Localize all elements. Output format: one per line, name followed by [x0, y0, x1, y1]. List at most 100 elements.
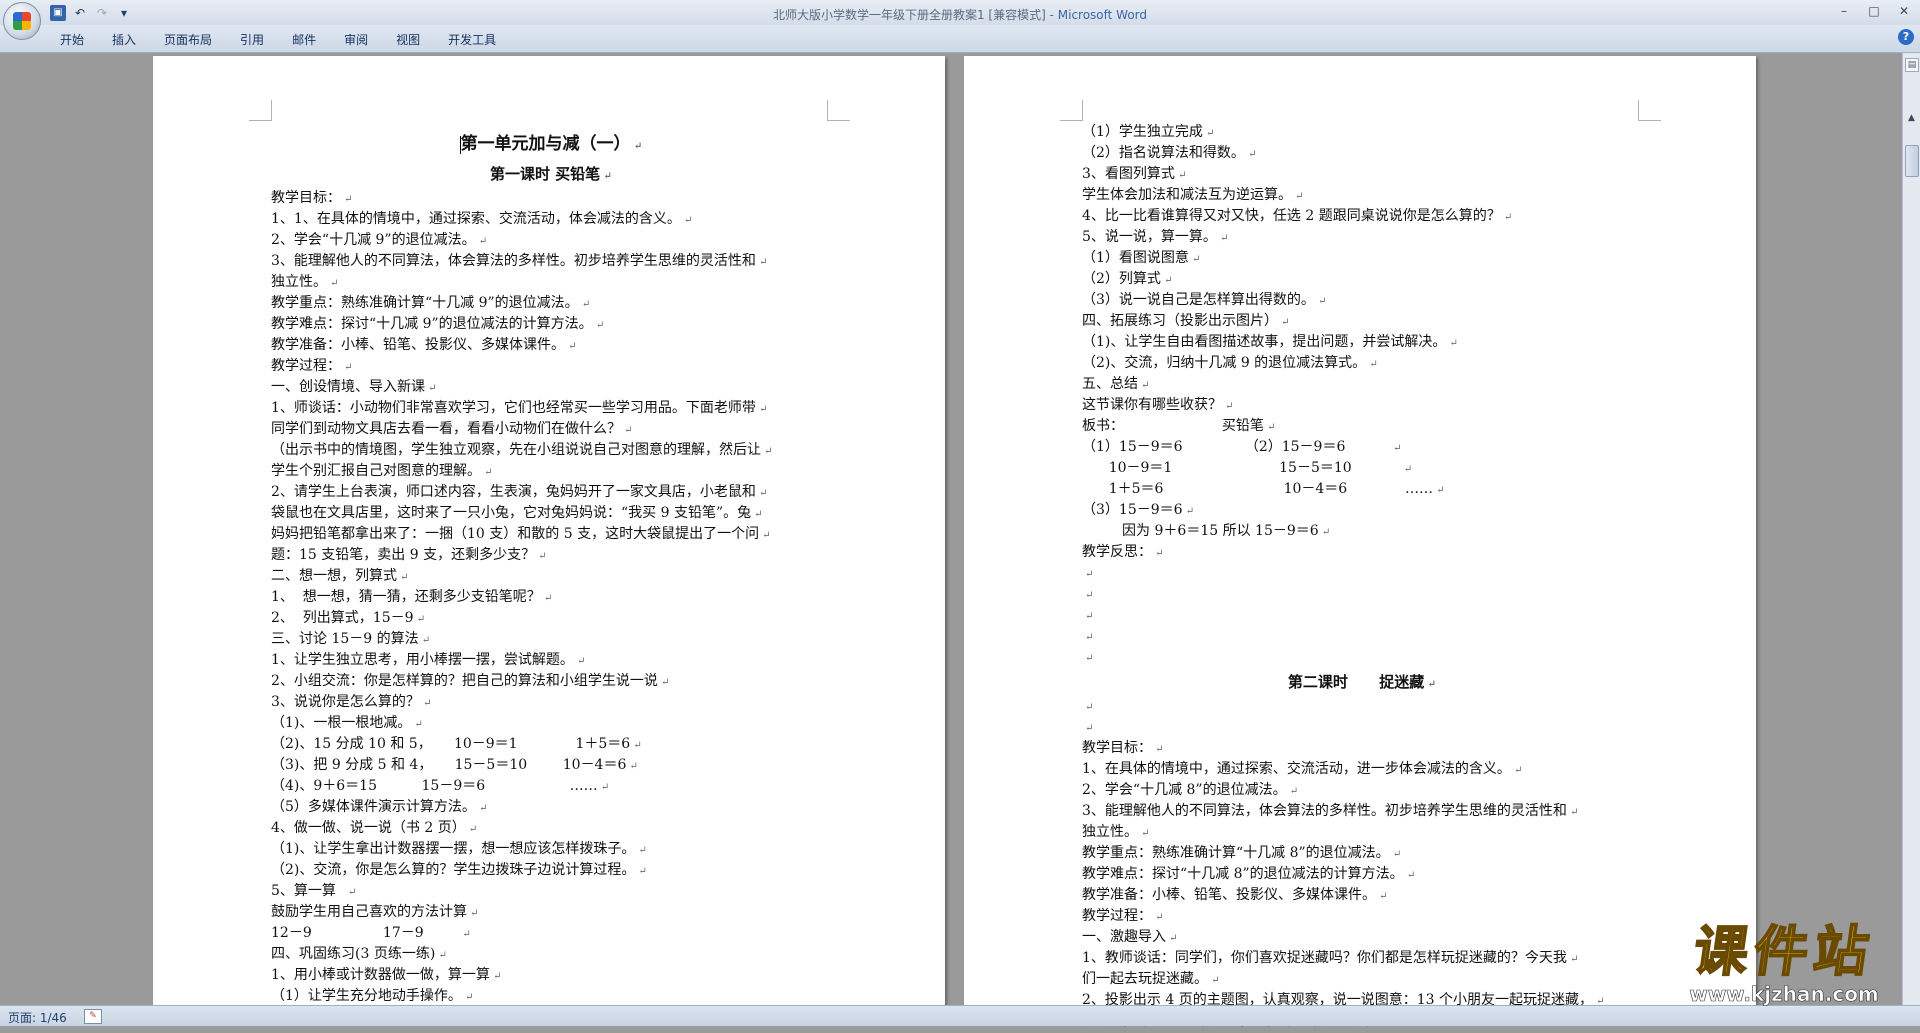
minimize-button[interactable]: – [1834, 2, 1854, 20]
document-paragraph[interactable]: 1、在具体的情境中，通过探索、交流活动，进一步体会减法的含义。 ↵ [1082, 759, 1642, 780]
vertical-scrollbar[interactable]: ▤ ▲ [1902, 53, 1920, 1005]
document-paragraph[interactable]: 3、说说你是怎么算的？ ↵ [271, 692, 831, 713]
document-paragraph[interactable]: 五、总结 ↵ [1082, 374, 1642, 395]
document-paragraph[interactable]: （3）15－9＝6 ↵ [1082, 500, 1642, 521]
document-paragraph[interactable]: （2）列算式 ↵ [1082, 269, 1642, 290]
document-paragraph[interactable]: 袋鼠也在文具店里，这时来了一只小兔，它对兔妈妈说：“我买 9 支铅笔”。兔 ↵ [271, 503, 831, 524]
tab-view[interactable]: 视图 [382, 29, 434, 51]
document-paragraph[interactable]: 教学目标： ↵ [1082, 738, 1642, 759]
document-paragraph[interactable]: 一、激趣导入 ↵ [1082, 927, 1642, 948]
document-paragraph[interactable]: 教学目标： ↵ [271, 188, 831, 209]
document-paragraph[interactable]: 题：15 支铅笔，卖出 9 支，还剩多少支？ ↵ [271, 545, 831, 566]
tab-review[interactable]: 审阅 [330, 29, 382, 51]
document-paragraph[interactable]: 独立性。 ↵ [1082, 822, 1642, 843]
document-page-left[interactable]: 第一单元加与减（一） ↵ 第一课时 买铅笔 ↵ 教学目标： ↵ 1、1、在具体的情境中… [153, 56, 945, 1025]
document-paragraph[interactable]: ↵ [1082, 696, 1642, 717]
help-icon[interactable]: ? [1898, 29, 1914, 45]
document-paragraph[interactable]: 学生个别汇报自己对图意的理解。 ↵ [271, 461, 831, 482]
office-button[interactable] [3, 2, 41, 40]
document-paragraph[interactable]: 12－9 17－9 ↵ [271, 923, 831, 944]
document-paragraph[interactable]: 这节课你有哪些收获？ ↵ [1082, 395, 1642, 416]
view-ruler-icon[interactable]: ▤ [1905, 58, 1919, 72]
document-paragraph[interactable]: 教学准备：小棒、铅笔、投影仪、多媒体课件。 ↵ [1082, 885, 1642, 906]
document-paragraph[interactable]: 教学准备：小棒、铅笔、投影仪、多媒体课件。 ↵ [271, 335, 831, 356]
document-paragraph[interactable]: 1、师谈话：小动物们非常喜欢学习，它们也经常买一些学习用品。下面老师带 ↵ [271, 398, 831, 419]
document-paragraph[interactable]: 一、创设情境、导入新课 ↵ [271, 377, 831, 398]
tab-insert[interactable]: 插入 [98, 29, 150, 51]
document-paragraph[interactable]: 鼓励学生用自己喜欢的方法计算 ↵ [271, 902, 831, 923]
maximize-button[interactable]: □ [1864, 2, 1884, 20]
document-paragraph[interactable]: 10－9＝1 15－5＝10 ↵ [1082, 458, 1642, 479]
document-paragraph[interactable]: 妈妈把铅笔都拿出来了：一捆（10 支）和散的 5 支，这时大袋鼠提出了一个问 ↵ [271, 524, 831, 545]
document-paragraph[interactable]: （2)、交流，你是怎么算的？学生边拨珠子边说计算过程。 ↵ [271, 860, 831, 881]
document-paragraph[interactable]: 教学过程： ↵ [1082, 906, 1642, 927]
document-paragraph[interactable]: 因为 9＋6＝15 所以 15－9＝6 ↵ [1082, 521, 1642, 542]
document-paragraph[interactable]: 独立性。 ↵ [271, 272, 831, 293]
scroll-up-arrow-icon[interactable]: ▲ [1903, 111, 1920, 125]
document-paragraph[interactable]: （2)、交流，归纳十几减 9 的退位减法算式。 ↵ [1082, 353, 1642, 374]
document-paragraph[interactable]: ↵ [1082, 563, 1642, 584]
document-paragraph[interactable]: （2)、15 分成 10 和 5， 10－9＝1 1＋5＝6 ↵ [271, 734, 831, 755]
document-paragraph[interactable]: （1)、让学生拿出计数器摆一摆，想一想应该怎样拨珠子。 ↵ [271, 839, 831, 860]
document-paragraph[interactable]: （1)、让学生自由看图描述故事，提出问题，并尝试解决。 ↵ [1082, 332, 1642, 353]
document-paragraph[interactable]: 教学反思： ↵ [1082, 542, 1642, 563]
document-paragraph[interactable]: 5、说一说，算一算。 ↵ [1082, 227, 1642, 248]
document-page-right[interactable]: （1）学生独立完成 ↵ （2）指名说算法和得数。 ↵ 3、看图列算式 ↵ 学生体会加法… [964, 56, 1756, 1029]
document-subheading[interactable]: 第二课时 捉迷藏 ↵ [1082, 668, 1642, 696]
document-paragraph[interactable]: 2、学会“十几减 9”的退位减法。 ↵ [271, 230, 831, 251]
document-paragraph[interactable]: 1＋5＝6 10－4＝6 …… ↵ [1082, 479, 1642, 500]
document-paragraph[interactable]: （3)、把 9 分成 5 和 4， 15－5＝10 10－4＝6 ↵ [271, 755, 831, 776]
document-heading[interactable]: 第一单元加与减（一） ↵ [271, 128, 831, 160]
document-paragraph[interactable]: ↵ [1082, 647, 1642, 668]
document-paragraph[interactable]: （出示书中的情境图，学生独立观察，先在小组说说自己对图意的理解，然后让 ↵ [271, 440, 831, 461]
document-paragraph[interactable]: （3）说一说自己是怎样算出得数的。 ↵ [1082, 290, 1642, 311]
document-paragraph[interactable]: 1、1、在具体的情境中，通过探索、交流活动，体会减法的含义。 ↵ [271, 209, 831, 230]
document-paragraph[interactable]: 四、巩固练习(3 页练一练) ↵ [271, 944, 831, 965]
document-paragraph[interactable]: 4、比一比看谁算得又对又快，任选 2 题跟同桌说说你是怎么算的？ ↵ [1082, 206, 1642, 227]
document-paragraph[interactable]: 2、 列出算式，15－9 ↵ [271, 608, 831, 629]
document-paragraph[interactable]: 们一起去玩捉迷藏。 ↵ [1082, 969, 1642, 990]
document-paragraph[interactable]: 教学重点：熟练准确计算“十几减 8”的退位减法。 ↵ [1082, 843, 1642, 864]
document-paragraph[interactable]: 1、让学生独立思考，用小棒摆一摆，尝试解题。 ↵ [271, 650, 831, 671]
scrollbar-thumb[interactable] [1905, 145, 1919, 177]
tab-mailings[interactable]: 邮件 [278, 29, 330, 51]
document-text-right[interactable]: （1）学生独立完成 ↵ （2）指名说算法和得数。 ↵ 3、看图列算式 ↵ 学生体会加法… [1082, 122, 1642, 1032]
document-paragraph[interactable]: ↵ [1082, 626, 1642, 647]
tab-references[interactable]: 引用 [226, 29, 278, 51]
document-paragraph[interactable]: ↵ [1082, 717, 1642, 738]
document-paragraph[interactable]: 三、讨论 15－9 的算法 ↵ [271, 629, 831, 650]
document-paragraph[interactable]: （4)、9＋6＝15 15－9＝6 …… ↵ [271, 776, 831, 797]
document-paragraph[interactable]: ↵ [1082, 605, 1642, 626]
proofing-error-icon[interactable]: ✎ [84, 1009, 102, 1024]
document-paragraph[interactable]: 3、能理解他人的不同算法，体会算法的多样性。初步培养学生思维的灵活性和 ↵ [1082, 801, 1642, 822]
document-paragraph[interactable]: 教学难点：探讨“十几减 9”的退位减法的计算方法。 ↵ [271, 314, 831, 335]
document-paragraph[interactable]: 2、学会“十几减 8”的退位减法。 ↵ [1082, 780, 1642, 801]
document-paragraph[interactable]: 四、拓展练习（投影出示图片） ↵ [1082, 311, 1642, 332]
tab-page-layout[interactable]: 页面布局 [150, 29, 226, 51]
document-paragraph[interactable]: 4、做一做、说一说（书 2 页） ↵ [271, 818, 831, 839]
document-paragraph[interactable]: 1、用小棒或计数器做一做，算一算 ↵ [271, 965, 831, 986]
document-paragraph[interactable]: 教学重点：熟练准确计算“十几减 9”的退位减法。 ↵ [271, 293, 831, 314]
page-counter[interactable]: 页面: 1/46 [8, 1009, 67, 1026]
document-paragraph[interactable]: 5、算一算 ↵ [271, 881, 831, 902]
document-paragraph[interactable]: 2、请学生上台表演，师口述内容，生表演，兔妈妈开了一家文具店，小老鼠和 ↵ [271, 482, 831, 503]
document-paragraph[interactable]: （1）让学生充分地动手操作。 ↵ [271, 986, 831, 1007]
document-paragraph[interactable]: 板书： 买铅笔 ↵ [1082, 416, 1642, 437]
tab-developer[interactable]: 开发工具 [434, 29, 510, 51]
document-paragraph[interactable]: （1）学生独立完成 ↵ [1082, 122, 1642, 143]
document-paragraph[interactable]: （2）指名说算法和得数。 ↵ [1082, 143, 1642, 164]
document-text-left[interactable]: 第一单元加与减（一） ↵ 第一课时 买铅笔 ↵ 教学目标： ↵ 1、1、在具体的情境中… [271, 128, 831, 1028]
document-paragraph[interactable]: 同学们到动物文具店去看一看，看看小动物们在做什么？ ↵ [271, 419, 831, 440]
document-paragraph[interactable]: ↵ [1082, 584, 1642, 605]
document-paragraph[interactable]: 教学难点：探讨“十几减 8”的退位减法的计算方法。 ↵ [1082, 864, 1642, 885]
document-paragraph[interactable]: 2、小组交流：你是怎样算的？把自己的算法和小组学生说一说 ↵ [271, 671, 831, 692]
document-paragraph[interactable]: 教学过程： ↵ [271, 356, 831, 377]
document-paragraph[interactable]: 学生体会加法和减法互为逆运算。 ↵ [1082, 185, 1642, 206]
document-paragraph[interactable]: 3、看图列算式 ↵ [1082, 164, 1642, 185]
document-paragraph[interactable]: （5）多媒体课件演示计算方法。 ↵ [271, 797, 831, 818]
document-paragraph[interactable]: （1）15－9＝6 （2）15－9＝6 ↵ [1082, 437, 1642, 458]
document-paragraph[interactable]: （1）看图说图意 ↵ [1082, 248, 1642, 269]
document-subheading[interactable]: 第一课时 买铅笔 ↵ [271, 160, 831, 188]
document-paragraph[interactable]: 1、教师谈话：同学们，你们喜欢捉迷藏吗？你们都是怎样玩捉迷藏的？今天我 ↵ [1082, 948, 1642, 969]
tab-home[interactable]: 开始 [46, 29, 98, 51]
